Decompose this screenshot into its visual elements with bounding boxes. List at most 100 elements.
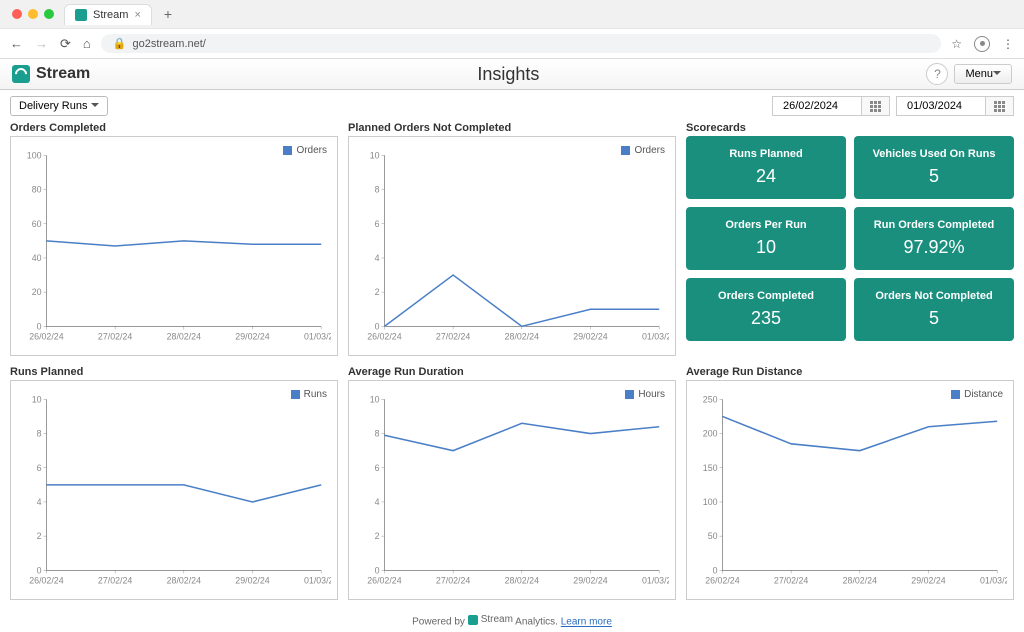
minimize-window-icon[interactable] [28, 9, 38, 19]
close-window-icon[interactable] [12, 9, 22, 19]
svg-text:8: 8 [37, 428, 42, 438]
svg-text:28/02/24: 28/02/24 [167, 332, 201, 342]
legend-label: Runs [304, 389, 327, 400]
chart-title: Planned Orders Not Completed [348, 122, 676, 134]
svg-text:2: 2 [37, 531, 42, 541]
scorecard-label: Vehicles Used On Runs [862, 148, 1006, 160]
legend-label: Hours [638, 389, 665, 400]
scorecard-orders-per-run: Orders Per Run 10 [686, 207, 846, 270]
chart-runs-planned: Runs Planned 024681026/02/2427/02/2428/0… [10, 366, 338, 600]
home-icon[interactable]: ⌂ [83, 36, 91, 52]
window-controls[interactable] [8, 9, 58, 19]
tab-title: Stream [93, 9, 128, 21]
legend-label: Orders [634, 145, 665, 156]
browser-tab[interactable]: Stream × [64, 4, 152, 25]
kebab-menu-icon[interactable]: ⋮ [1002, 37, 1014, 51]
scorecard-value: 24 [694, 166, 838, 187]
view-selector-label: Delivery Runs [19, 100, 87, 112]
svg-text:29/02/24: 29/02/24 [235, 576, 269, 586]
svg-text:26/02/24: 26/02/24 [705, 576, 739, 586]
svg-text:2: 2 [375, 531, 380, 541]
chart-legend: Distance [951, 389, 1003, 400]
svg-text:29/02/24: 29/02/24 [911, 576, 945, 586]
svg-text:29/02/24: 29/02/24 [235, 332, 269, 342]
svg-text:6: 6 [375, 463, 380, 473]
svg-text:26/02/24: 26/02/24 [29, 332, 63, 342]
learn-more-link[interactable]: Learn more [561, 617, 612, 628]
tab-bar: Stream × + [0, 0, 1024, 28]
address-bar: ← → ⟳ ⌂ 🔒 go2stream.net/ ☆ ⋮ [0, 28, 1024, 58]
svg-text:150: 150 [703, 463, 718, 473]
scorecard-runs-planned: Runs Planned 24 [686, 136, 846, 199]
chart-title: Average Run Distance [686, 366, 1014, 378]
profile-icon[interactable] [974, 36, 990, 52]
svg-text:27/02/24: 27/02/24 [98, 576, 132, 586]
svg-text:0: 0 [37, 321, 42, 331]
svg-text:27/02/24: 27/02/24 [774, 576, 808, 586]
svg-text:80: 80 [32, 184, 42, 194]
scorecard-vehicles-used: Vehicles Used On Runs 5 [854, 136, 1014, 199]
back-icon[interactable]: ← [10, 36, 23, 52]
brand-text: Stream [36, 65, 90, 83]
chart-legend: Runs [291, 389, 327, 400]
brand[interactable]: Stream [12, 65, 90, 83]
chart-title: Runs Planned [10, 366, 338, 378]
date-to-calendar-button[interactable] [986, 96, 1014, 116]
legend-label: Distance [964, 389, 1003, 400]
maximize-window-icon[interactable] [44, 9, 54, 19]
reload-icon[interactable]: ⟳ [60, 36, 71, 52]
legend-swatch [951, 390, 960, 399]
date-to-input[interactable] [896, 96, 986, 116]
calendar-icon [994, 101, 1005, 112]
chart-legend: Orders [283, 145, 327, 156]
close-tab-icon[interactable]: × [134, 9, 140, 21]
svg-text:28/02/24: 28/02/24 [167, 576, 201, 586]
view-selector[interactable]: Delivery Runs [10, 96, 108, 116]
date-from-calendar-button[interactable] [862, 96, 890, 116]
svg-text:2: 2 [375, 287, 380, 297]
svg-text:29/02/24: 29/02/24 [573, 332, 607, 342]
svg-text:6: 6 [375, 219, 380, 229]
svg-text:10: 10 [370, 150, 380, 160]
star-icon[interactable]: ☆ [951, 37, 962, 51]
page-title: Insights [477, 64, 539, 85]
browser-chrome: Stream × + ← → ⟳ ⌂ 🔒 go2stream.net/ ☆ ⋮ [0, 0, 1024, 59]
chart-legend: Orders [621, 145, 665, 156]
svg-text:10: 10 [32, 394, 42, 404]
svg-text:01/03/24: 01/03/24 [642, 332, 669, 342]
svg-text:100: 100 [703, 497, 718, 507]
new-tab-button[interactable]: + [158, 6, 178, 22]
svg-text:28/02/24: 28/02/24 [843, 576, 877, 586]
chart-legend: Hours [625, 389, 665, 400]
svg-text:26/02/24: 26/02/24 [367, 332, 401, 342]
tab-favicon [75, 9, 87, 21]
svg-text:26/02/24: 26/02/24 [29, 576, 63, 586]
scorecard-value: 97.92% [862, 237, 1006, 258]
footer-suffix: Analytics. [515, 617, 558, 628]
svg-text:27/02/24: 27/02/24 [436, 576, 470, 586]
svg-text:27/02/24: 27/02/24 [436, 332, 470, 342]
scorecard-value: 10 [694, 237, 838, 258]
svg-text:10: 10 [370, 394, 380, 404]
legend-swatch [283, 146, 292, 155]
chart-title: Average Run Duration [348, 366, 676, 378]
legend-swatch [291, 390, 300, 399]
footer-brand: Stream [481, 614, 513, 625]
svg-text:6: 6 [37, 463, 42, 473]
chart-planned-not-completed: Planned Orders Not Completed 024681026/0… [348, 122, 676, 356]
legend-swatch [621, 146, 630, 155]
scorecards-title: Scorecards [686, 122, 1014, 134]
forward-icon[interactable]: → [35, 36, 48, 52]
chart-orders-completed: Orders Completed 02040608010026/02/2427/… [10, 122, 338, 356]
lock-icon: 🔒 [113, 37, 127, 50]
svg-text:20: 20 [32, 287, 42, 297]
menu-button[interactable]: Menu [954, 64, 1012, 84]
url-text: go2stream.net/ [132, 38, 205, 50]
scorecards-panel: Scorecards Runs Planned 24 Vehicles Used… [686, 122, 1014, 356]
scorecard-label: Run Orders Completed [862, 219, 1006, 231]
date-from-input[interactable] [772, 96, 862, 116]
help-button[interactable]: ? [926, 63, 948, 85]
scorecard-value: 235 [694, 308, 838, 329]
svg-text:250: 250 [703, 394, 718, 404]
url-field[interactable]: 🔒 go2stream.net/ [101, 34, 941, 53]
